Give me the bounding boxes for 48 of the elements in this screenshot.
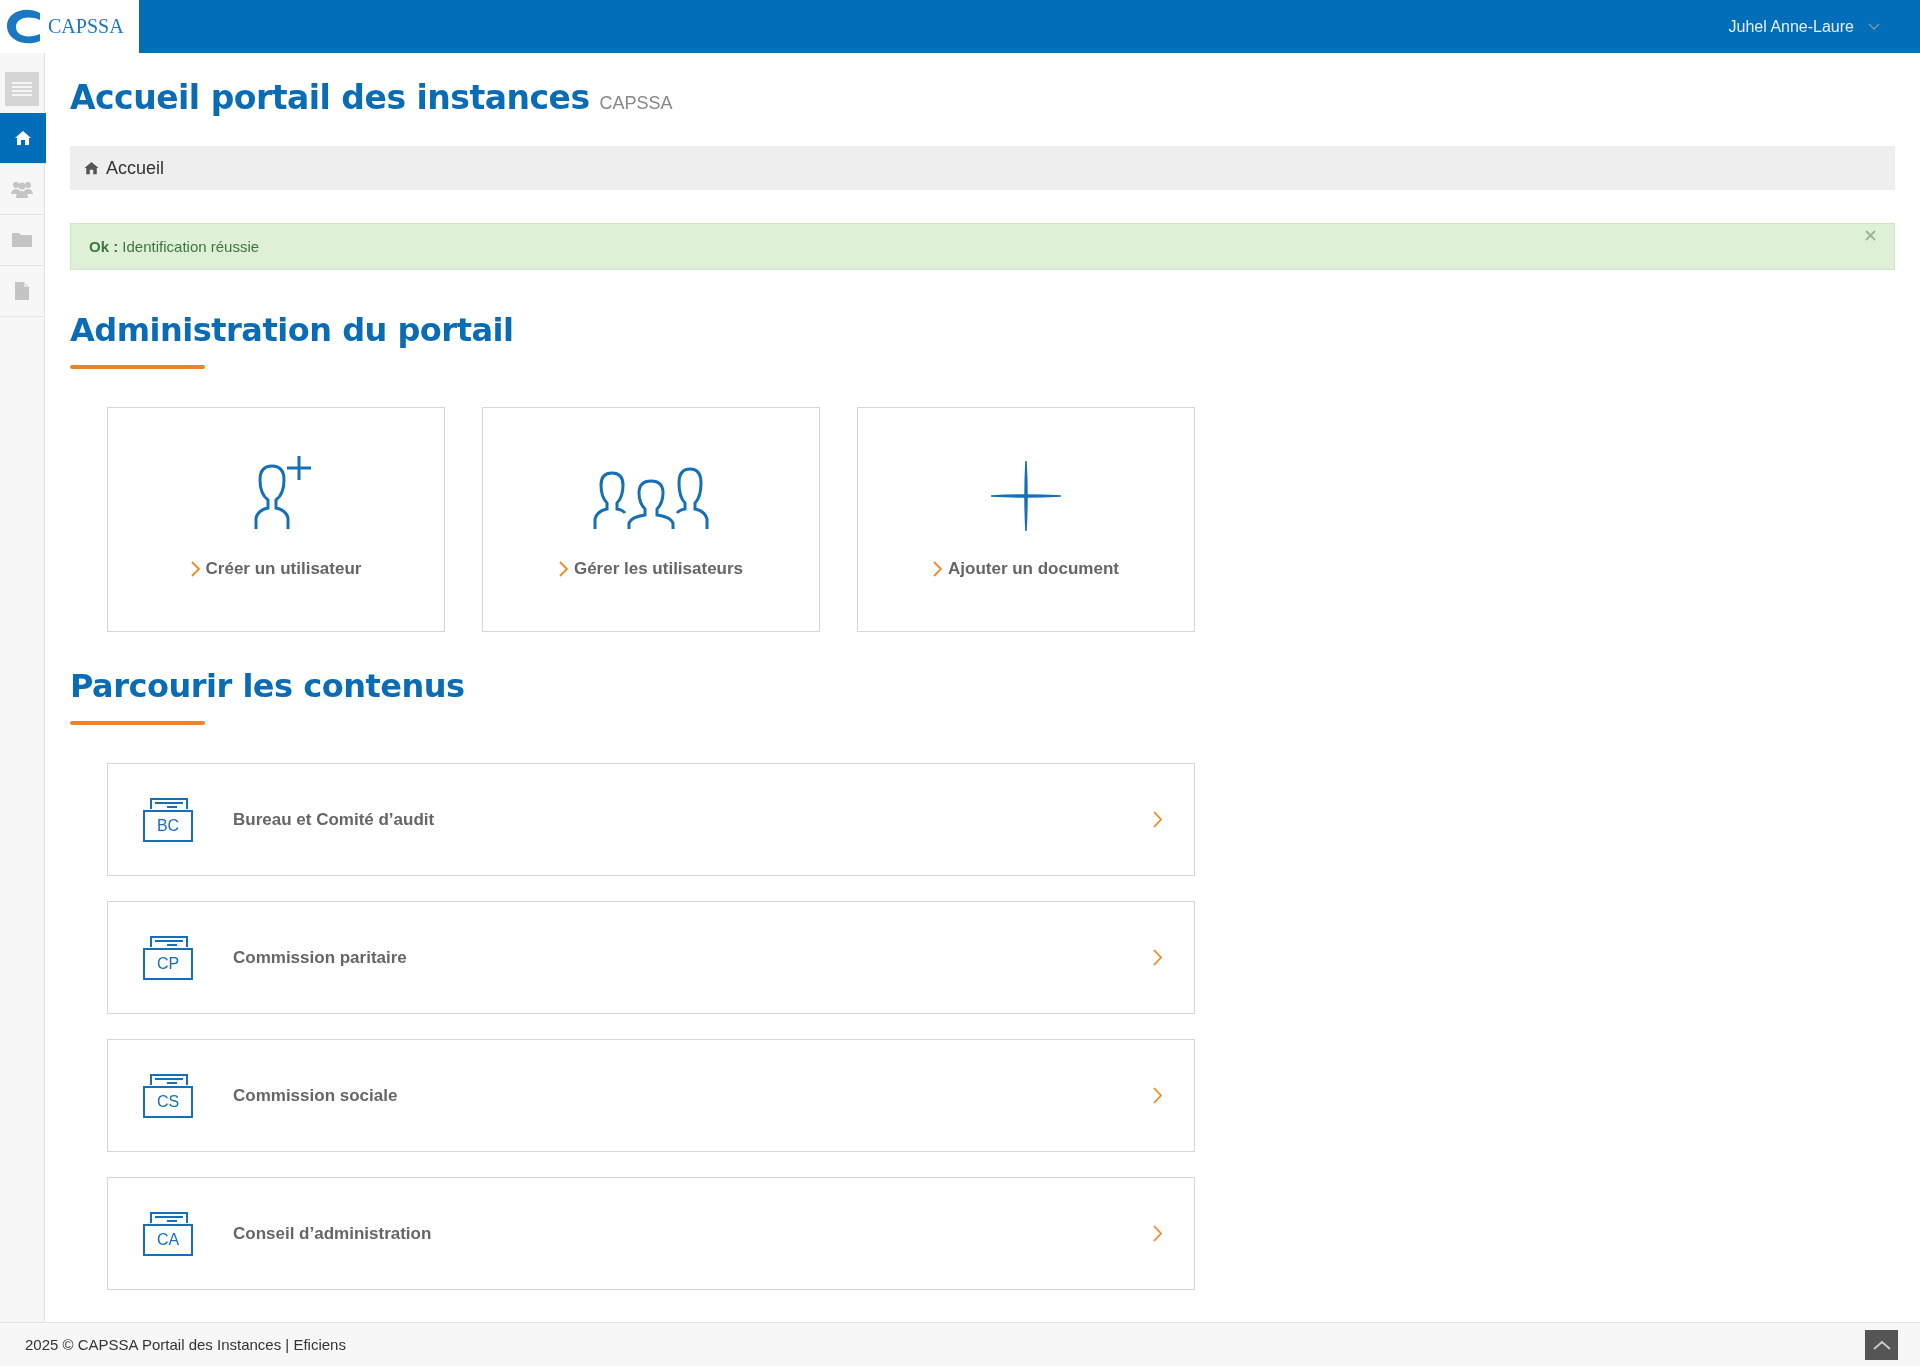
document-icon bbox=[15, 282, 29, 300]
chevron-down-icon bbox=[1868, 22, 1880, 31]
logo[interactable]: CAPSSA bbox=[0, 0, 139, 53]
close-icon[interactable] bbox=[1865, 230, 1876, 241]
chevron-right-icon bbox=[1153, 1225, 1162, 1242]
users-icon bbox=[11, 180, 33, 198]
sidebar-home-item[interactable] bbox=[0, 113, 46, 164]
menu-icon bbox=[12, 81, 32, 97]
scroll-top-button[interactable] bbox=[1865, 1329, 1898, 1360]
menu-button[interactable] bbox=[5, 72, 39, 106]
folder-icon bbox=[12, 232, 32, 248]
page-title: Accueil portail des instances bbox=[70, 77, 590, 119]
row-label: Commission paritaire bbox=[233, 947, 408, 968]
action-tile[interactable]: Créer un utilisateur bbox=[107, 407, 445, 632]
action-tile[interactable]: Ajouter un document bbox=[857, 407, 1195, 632]
folder-code: CS bbox=[156, 1092, 180, 1111]
tile-label: Créer un utilisateur bbox=[205, 559, 362, 579]
page-subtitle: CAPSSA bbox=[599, 92, 673, 115]
home-icon bbox=[83, 161, 100, 175]
content-row[interactable]: CP Commission paritaire bbox=[107, 901, 1195, 1014]
chevron-right-icon bbox=[1153, 1087, 1162, 1104]
row-label: Conseil d’administration bbox=[233, 1223, 433, 1244]
chevron-right-icon bbox=[1153, 811, 1162, 828]
section-heading: Administration du portail bbox=[70, 310, 515, 351]
home-icon bbox=[14, 130, 32, 146]
alert-message: Ok : Identification réussie bbox=[89, 238, 260, 255]
content-row[interactable]: CS Commission sociale bbox=[107, 1039, 1195, 1152]
action-tile[interactable]: Gérer les utilisateurs bbox=[482, 407, 820, 632]
chevron-up-icon bbox=[1872, 1339, 1891, 1350]
content-row[interactable]: BC Bureau et Comité d’audit bbox=[107, 763, 1195, 876]
row-label: Commission sociale bbox=[233, 1085, 399, 1106]
footer-text: 2025 © CAPSSA Portail des Instances | Eficiens bbox=[25, 1336, 346, 1353]
logo-text: CAPSSA bbox=[48, 15, 124, 38]
folder-code: CP bbox=[156, 954, 180, 973]
row-label: Bureau et Comité d’audit bbox=[233, 809, 436, 830]
plus-icon bbox=[991, 461, 1061, 531]
section-heading: Parcourir les contenus bbox=[70, 666, 466, 707]
tile-label: Gérer les utilisateurs bbox=[573, 559, 744, 579]
folder-code: BC bbox=[156, 816, 180, 835]
chevron-right-icon bbox=[1153, 949, 1162, 966]
folder-code: CA bbox=[156, 1230, 180, 1249]
chevron-right-icon bbox=[558, 561, 568, 577]
chevron-right-icon bbox=[190, 561, 200, 577]
user-menu[interactable]: Juhel Anne-Laure bbox=[1728, 17, 1880, 36]
content-row[interactable]: CA Conseil d’administration bbox=[107, 1177, 1195, 1290]
tile-label: Ajouter un document bbox=[948, 559, 1119, 579]
breadcrumb-link[interactable]: Accueil bbox=[106, 157, 165, 179]
chevron-right-icon bbox=[933, 561, 942, 577]
